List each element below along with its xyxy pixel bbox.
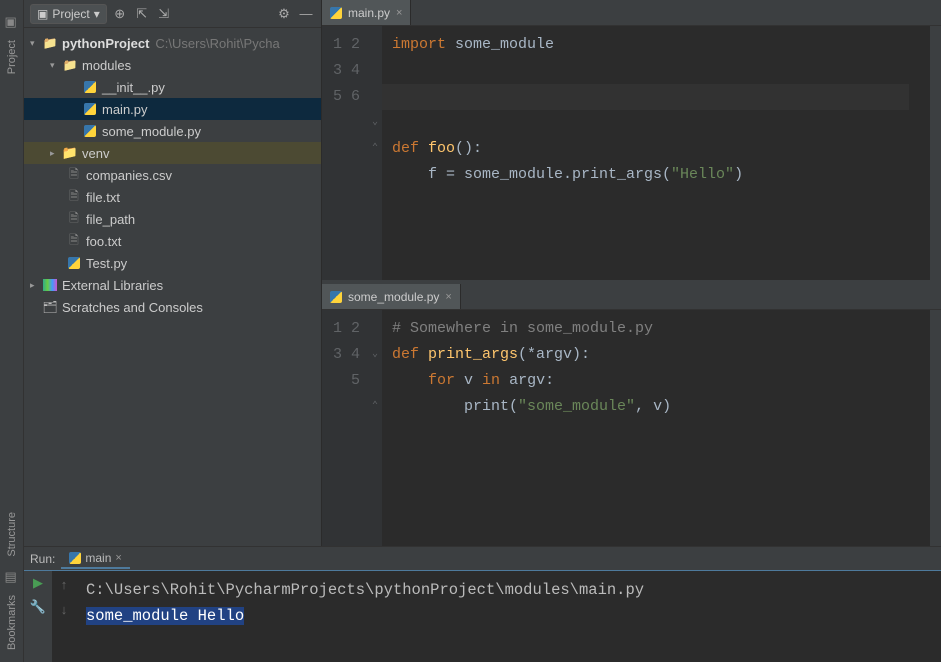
- folder-icon: ▣: [37, 7, 48, 21]
- file-icon: [66, 189, 82, 205]
- close-icon[interactable]: ×: [445, 291, 451, 303]
- collapse-all-icon[interactable]: ⇲: [155, 5, 173, 23]
- structure-icon[interactable]: ▤: [5, 569, 19, 583]
- tree-file-footxt[interactable]: foo.txt: [24, 230, 321, 252]
- tab-label: main.py: [348, 6, 390, 20]
- tree-file-testpy[interactable]: Test.py: [24, 252, 321, 274]
- tree-file-some-module[interactable]: some_module.py: [24, 120, 321, 142]
- gear-icon[interactable]: ⚙: [275, 5, 293, 23]
- tree-file-filetxt[interactable]: file.txt: [24, 186, 321, 208]
- scrollbar[interactable]: [929, 310, 941, 546]
- tree-scratches[interactable]: Scratches and Consoles: [24, 296, 321, 318]
- venv-folder-icon: 📁: [62, 145, 78, 161]
- close-icon[interactable]: ×: [115, 552, 121, 564]
- root-hint: C:\Users\Rohit\Pycha: [155, 36, 279, 51]
- python-file-icon: [84, 81, 96, 93]
- scratches-icon: [42, 299, 58, 315]
- python-file-icon: [330, 291, 342, 303]
- file-icon: [66, 211, 82, 227]
- tree-file-init[interactable]: __init__.py: [24, 76, 321, 98]
- run-panel: Run: main × ▶ 🔧 ↑ ↓ C:\Users\Rohit\Pycha…: [24, 546, 941, 662]
- python-file-icon: [69, 552, 81, 564]
- output-selected: some_module Hello: [86, 607, 244, 625]
- expand-all-icon[interactable]: ⇱: [133, 5, 151, 23]
- rail-project[interactable]: Project: [6, 40, 18, 74]
- run-tab-main[interactable]: main ×: [61, 549, 129, 569]
- run-settings-button[interactable]: 🔧: [30, 599, 46, 615]
- project-view-selector[interactable]: ▣ Project ▾: [30, 4, 107, 24]
- output-line: C:\Users\Rohit\PycharmProjects\pythonPro…: [86, 581, 644, 599]
- fold-gutter[interactable]: ⌄ ⌃: [368, 26, 382, 280]
- file-icon: [66, 233, 82, 249]
- scrollbar[interactable]: [929, 26, 941, 280]
- hide-icon[interactable]: —: [297, 5, 315, 23]
- run-output[interactable]: C:\Users\Rohit\PycharmProjects\pythonPro…: [76, 571, 941, 662]
- folder-icon[interactable]: ▣: [5, 14, 19, 28]
- editor-some-module[interactable]: 1 2 3 4 5 ⌄ ⌃ # Somewhere in some_module…: [322, 310, 941, 546]
- modules-label: modules: [82, 58, 131, 73]
- editor-area: main.py × 1 2 3 4 5 6 ⌄ ⌃ import some_mo…: [322, 0, 941, 546]
- rail-structure[interactable]: Structure: [6, 512, 18, 557]
- python-file-icon: [68, 257, 80, 269]
- down-arrow-icon[interactable]: ↓: [61, 602, 68, 617]
- run-header: Run: main ×: [24, 547, 941, 571]
- run-play-button[interactable]: ▶: [30, 575, 46, 591]
- rail-bookmarks[interactable]: Bookmarks: [6, 595, 18, 650]
- project-sidebar: ▣ Project ▾ ⊕ ⇱ ⇲ ⚙ — ▾ pythonProject: [24, 0, 322, 546]
- tree-file-filepath[interactable]: file_path: [24, 208, 321, 230]
- root-label: pythonProject: [62, 36, 149, 51]
- code-body[interactable]: import some_module def foo(): f = some_m…: [382, 26, 929, 280]
- close-icon[interactable]: ×: [396, 7, 402, 19]
- project-view-label: Project: [52, 7, 89, 21]
- libraries-icon: [43, 279, 57, 291]
- tool-window-rail: ▣ Project Structure ▤ Bookmarks: [0, 0, 24, 662]
- tree-file-main[interactable]: main.py: [24, 98, 321, 120]
- run-tab-label: main: [85, 551, 111, 565]
- tree-folder-modules[interactable]: ▾ modules: [24, 54, 321, 76]
- run-label: Run:: [30, 552, 55, 566]
- code-body[interactable]: # Somewhere in some_module.py def print_…: [382, 310, 929, 546]
- up-arrow-icon[interactable]: ↑: [61, 577, 68, 592]
- tree-external-libraries[interactable]: ▸ External Libraries: [24, 274, 321, 296]
- tree-file-companies[interactable]: companies.csv: [24, 164, 321, 186]
- editor-main[interactable]: 1 2 3 4 5 6 ⌄ ⌃ import some_module def f…: [322, 26, 941, 280]
- run-nav: ↑ ↓: [52, 571, 76, 662]
- line-gutter: 1 2 3 4 5: [322, 310, 368, 546]
- python-file-icon: [84, 125, 96, 137]
- editor-tab-bar-top: main.py ×: [322, 0, 941, 26]
- tree-root[interactable]: ▾ pythonProject C:\Users\Rohit\Pycha: [24, 32, 321, 54]
- sidebar-header: ▣ Project ▾ ⊕ ⇱ ⇲ ⚙ —: [24, 0, 321, 28]
- chevron-down-icon: ▾: [94, 7, 100, 21]
- editor-tab-bar-bottom: some_module.py ×: [322, 284, 941, 310]
- locate-icon[interactable]: ⊕: [111, 5, 129, 23]
- folder-icon: [42, 35, 58, 51]
- tree-folder-venv[interactable]: ▸ 📁 venv: [24, 142, 321, 164]
- tab-main-py[interactable]: main.py ×: [322, 0, 411, 25]
- line-gutter: 1 2 3 4 5 6: [322, 26, 368, 280]
- folder-icon: [62, 57, 78, 73]
- python-file-icon: [330, 7, 342, 19]
- python-file-icon: [84, 103, 96, 115]
- file-icon: [66, 167, 82, 183]
- fold-gutter[interactable]: ⌄ ⌃: [368, 310, 382, 546]
- run-toolbar: ▶ 🔧: [24, 571, 52, 662]
- project-tree[interactable]: ▾ pythonProject C:\Users\Rohit\Pycha ▾ m…: [24, 28, 321, 546]
- tab-label: some_module.py: [348, 290, 439, 304]
- tab-some-module-py[interactable]: some_module.py ×: [322, 284, 461, 309]
